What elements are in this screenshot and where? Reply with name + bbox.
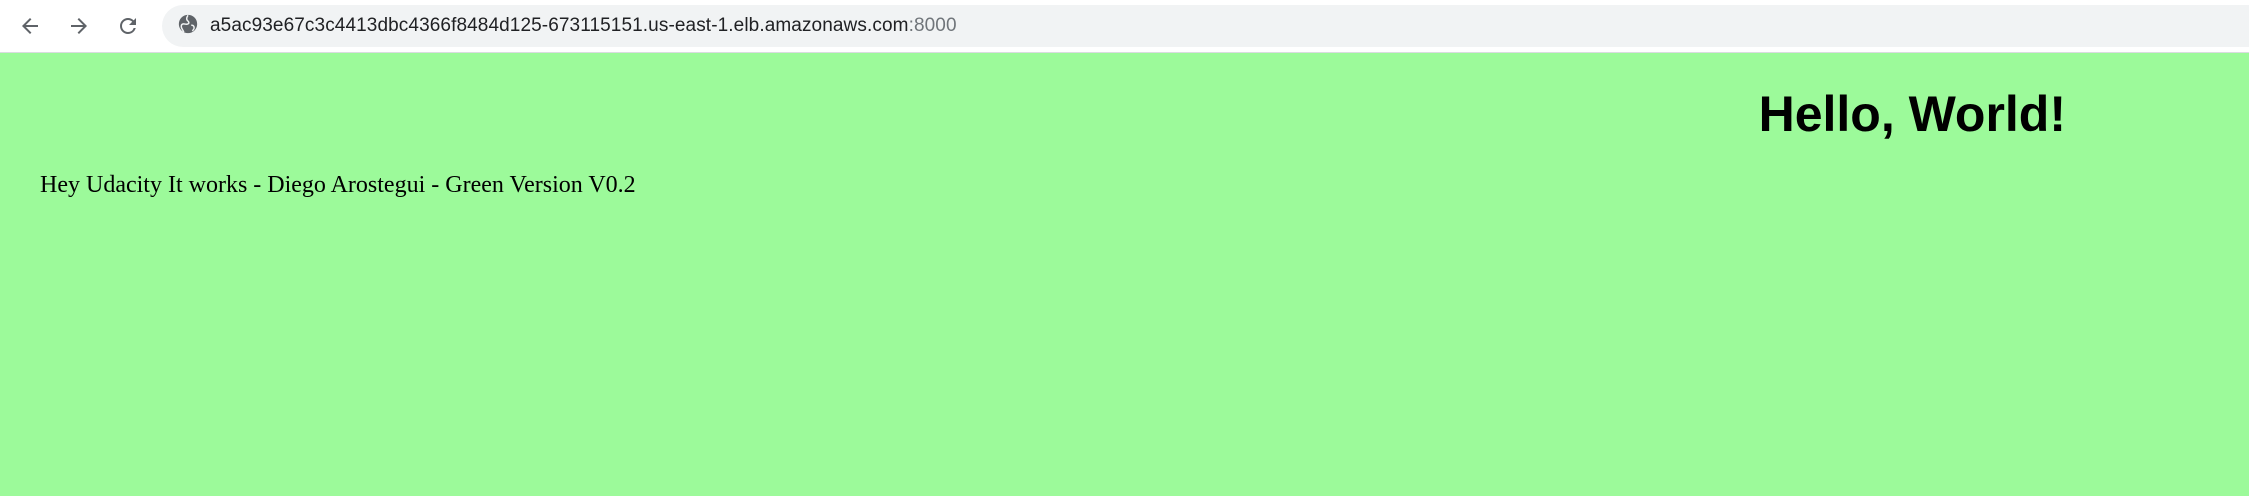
arrow-forward-icon: [67, 14, 91, 38]
page-content: Hello, World! Hey Udacity It works - Die…: [0, 53, 2249, 496]
arrow-back-icon: [18, 14, 42, 38]
reload-icon: [116, 14, 140, 38]
back-button[interactable]: [10, 6, 50, 46]
browser-window: a5ac93e67c3c4413dbc4366f8484d125-6731151…: [0, 0, 2249, 496]
page-message: Hey Udacity It works - Diego Arostegui -…: [40, 172, 636, 198]
reload-button[interactable]: [108, 6, 148, 46]
address-bar[interactable]: a5ac93e67c3c4413dbc4366f8484d125-6731151…: [162, 5, 2249, 47]
url-port: :8000: [908, 15, 957, 36]
site-info-button[interactable]: [176, 14, 200, 38]
url-host: a5ac93e67c3c4413dbc4366f8484d125-6731151…: [210, 15, 909, 36]
browser-toolbar: a5ac93e67c3c4413dbc4366f8484d125-6731151…: [0, 0, 2249, 52]
url-text: a5ac93e67c3c4413dbc4366f8484d125-6731151…: [210, 5, 957, 47]
globe-icon: [177, 13, 199, 40]
forward-button[interactable]: [59, 6, 99, 46]
page-heading: Hello, World!: [1758, 86, 2066, 142]
